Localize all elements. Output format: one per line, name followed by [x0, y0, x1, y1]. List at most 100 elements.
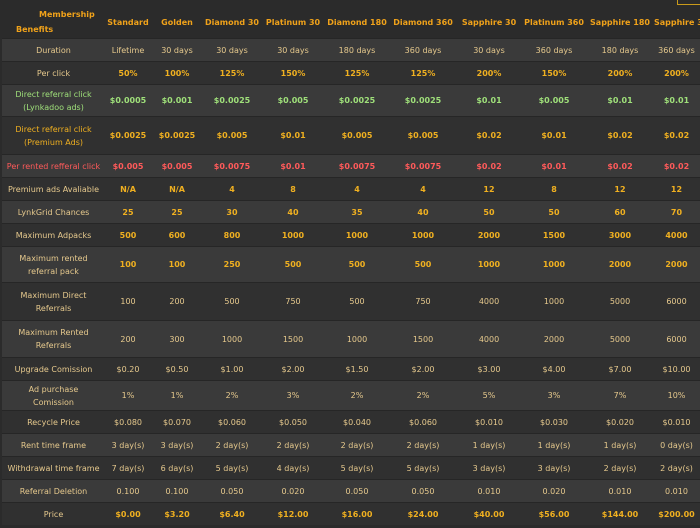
table-cell: 100	[105, 246, 151, 282]
table-cell: 40	[389, 200, 457, 223]
row-label-line: Per rented refferal click	[6, 161, 101, 171]
table-cell: 4000	[653, 223, 700, 246]
table-cell: 200	[105, 320, 151, 357]
table-cell: 3%	[521, 380, 587, 410]
table-cell: 2%	[325, 380, 389, 410]
corner-header: Membership Benefits	[2, 6, 105, 38]
row-label: Direct referral click (Lynkadoo ads)	[2, 84, 105, 116]
table-cell: 3 day(s)	[151, 433, 203, 456]
table-cell: $0.020	[587, 410, 653, 433]
table-cell: 12	[457, 177, 521, 200]
table-cell: 30 days	[203, 38, 261, 61]
table-cell: $0.01	[653, 84, 700, 116]
table-cell: 0.020	[261, 479, 325, 502]
row-label: Ad purchase Comission	[2, 380, 105, 410]
membership-benefits-table: Membership Benefits Standard Golden Diam…	[2, 6, 700, 525]
table-cell: $0.02	[653, 116, 700, 154]
table-cell: Lifetime	[105, 38, 151, 61]
row-label: Maximum Direct Referrals	[2, 282, 105, 320]
table-cell: $0.0075	[325, 154, 389, 177]
table-cell: 0.100	[151, 479, 203, 502]
table-cell: $2.00	[261, 357, 325, 380]
table-cell: $0.001	[151, 84, 203, 116]
table-cell: $0.02	[653, 154, 700, 177]
table-row: Per click 50% 100% 125% 150% 125% 125% 200% 150%…	[2, 61, 700, 84]
table-cell: 2 day(s)	[587, 456, 653, 479]
table-cell: 1 day(s)	[587, 433, 653, 456]
row-label: Per click	[2, 61, 105, 84]
table-cell: $0.02	[457, 116, 521, 154]
table-cell: 2%	[203, 380, 261, 410]
table-cell: $144.00	[587, 502, 653, 525]
table-cell: 50	[457, 200, 521, 223]
table-cell: 50%	[105, 61, 151, 84]
table-cell: 3000	[587, 223, 653, 246]
table-cell: 125%	[325, 61, 389, 84]
table-cell: 150%	[521, 61, 587, 84]
table-row: Ad purchase Comission 1% 1% 2% 3% 2% 2% 5% 3% 7% 10…	[2, 380, 700, 410]
table-cell: 6 day(s)	[151, 456, 203, 479]
table-cell: 2%	[389, 380, 457, 410]
col-header: Diamond 360	[393, 17, 453, 27]
row-label-line: Ad purchase	[28, 384, 79, 394]
table-cell: 8	[521, 177, 587, 200]
table-cell: 4 day(s)	[261, 456, 325, 479]
col-header: Diamond 30	[205, 17, 259, 27]
table-cell: 25	[151, 200, 203, 223]
table-row: Price $0.00 $3.20 $6.40 $12.00 $16.00 $24.00 $4…	[2, 502, 700, 525]
row-label-line: Duration	[36, 45, 71, 55]
table-cell: $0.0025	[389, 84, 457, 116]
table-cell: $0.0005	[105, 84, 151, 116]
table-cell: $0.02	[587, 154, 653, 177]
table-cell: 70	[653, 200, 700, 223]
table-cell: $0.060	[203, 410, 261, 433]
row-label: Price	[2, 502, 105, 525]
table-cell: 5%	[457, 380, 521, 410]
table-cell: $0.0075	[389, 154, 457, 177]
table-row: Withdrawal time frame 7 day(s) 6 day(s) 5 d…	[2, 456, 700, 479]
table-row: Recycle Price $0.080 $0.070 $0.060 $0.050 $0.…	[2, 410, 700, 433]
row-label: LynkGrid Chances	[2, 200, 105, 223]
table-cell: $0.005	[389, 116, 457, 154]
table-cell: 125%	[389, 61, 457, 84]
table-cell: 5 day(s)	[389, 456, 457, 479]
table-cell: 360 days	[653, 38, 700, 61]
row-label: Rent time frame	[2, 433, 105, 456]
table-row: LynkGrid Chances 25 25 30 40 35 40 50 50 60 70	[2, 200, 700, 223]
table-cell: 5 day(s)	[203, 456, 261, 479]
table-cell: 2 day(s)	[261, 433, 325, 456]
table-cell: $0.02	[457, 154, 521, 177]
table-cell: 60	[587, 200, 653, 223]
table-cell: 500	[105, 223, 151, 246]
table-cell: 0.010	[587, 479, 653, 502]
col-header: Platinum 360	[524, 17, 584, 27]
corner-header-line2: Benefits	[16, 25, 54, 34]
row-label: Recycle Price	[2, 410, 105, 433]
row-label-line: Direct referral click	[15, 124, 92, 134]
table-cell: $0.01	[261, 154, 325, 177]
table-cell: 40	[261, 200, 325, 223]
table-cell: 1000	[203, 320, 261, 357]
col-header: Sapphire 180	[590, 17, 650, 27]
table-cell: 1000	[521, 282, 587, 320]
table-cell: 200	[151, 282, 203, 320]
table-row: Referral Deletion 0.100 0.100 0.050 0.020 0.0…	[2, 479, 700, 502]
table-cell: 50	[521, 200, 587, 223]
table-cell: 10%	[653, 380, 700, 410]
table-cell: $0.010	[457, 410, 521, 433]
table-cell: $0.01	[521, 154, 587, 177]
row-label: Premium ads Avaliable	[2, 177, 105, 200]
row-label-line: Price	[43, 509, 64, 519]
table-cell: 4	[203, 177, 261, 200]
table-cell: 1500	[389, 320, 457, 357]
table-cell: 2 day(s)	[389, 433, 457, 456]
table-cell: $0.0075	[203, 154, 261, 177]
table-cell: $4.00	[521, 357, 587, 380]
row-label: Maximum Adpacks	[2, 223, 105, 246]
row-label-line: Referrals	[35, 341, 72, 350]
row-label-line: referral pack	[28, 266, 79, 276]
table-cell: 500	[325, 246, 389, 282]
table-cell: $0.005	[105, 154, 151, 177]
table-cell: 180 days	[325, 38, 389, 61]
table-cell: $0.01	[521, 116, 587, 154]
